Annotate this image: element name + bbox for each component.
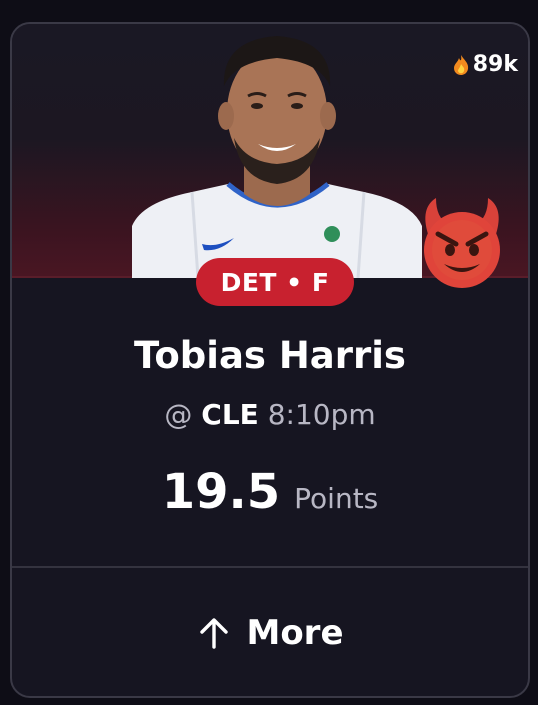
prop-line: 19.5 Points xyxy=(12,464,528,520)
player-prop-card[interactable]: 89k DET • F Tobias Harris @ CLE 8:10pm 1… xyxy=(10,22,530,698)
arrow-up-icon xyxy=(200,618,229,649)
popularity-count: 89k xyxy=(452,52,518,77)
devil-emoji-icon xyxy=(424,198,500,288)
game-time: 8:10pm xyxy=(267,398,376,431)
player-photo xyxy=(132,36,422,278)
more-button[interactable]: More xyxy=(12,568,528,696)
more-label: More xyxy=(246,613,344,653)
team-position-badge: DET • F xyxy=(196,258,354,306)
fire-icon xyxy=(453,54,468,75)
popularity-value: 89k xyxy=(472,52,518,77)
line-stat: Points xyxy=(294,482,379,515)
matchup-info: @ CLE 8:10pm xyxy=(12,398,528,431)
line-value: 19.5 xyxy=(161,464,281,520)
opponent-team: CLE xyxy=(201,398,259,431)
player-name: Tobias Harris xyxy=(134,334,406,377)
matchup-prefix: @ xyxy=(164,398,193,431)
